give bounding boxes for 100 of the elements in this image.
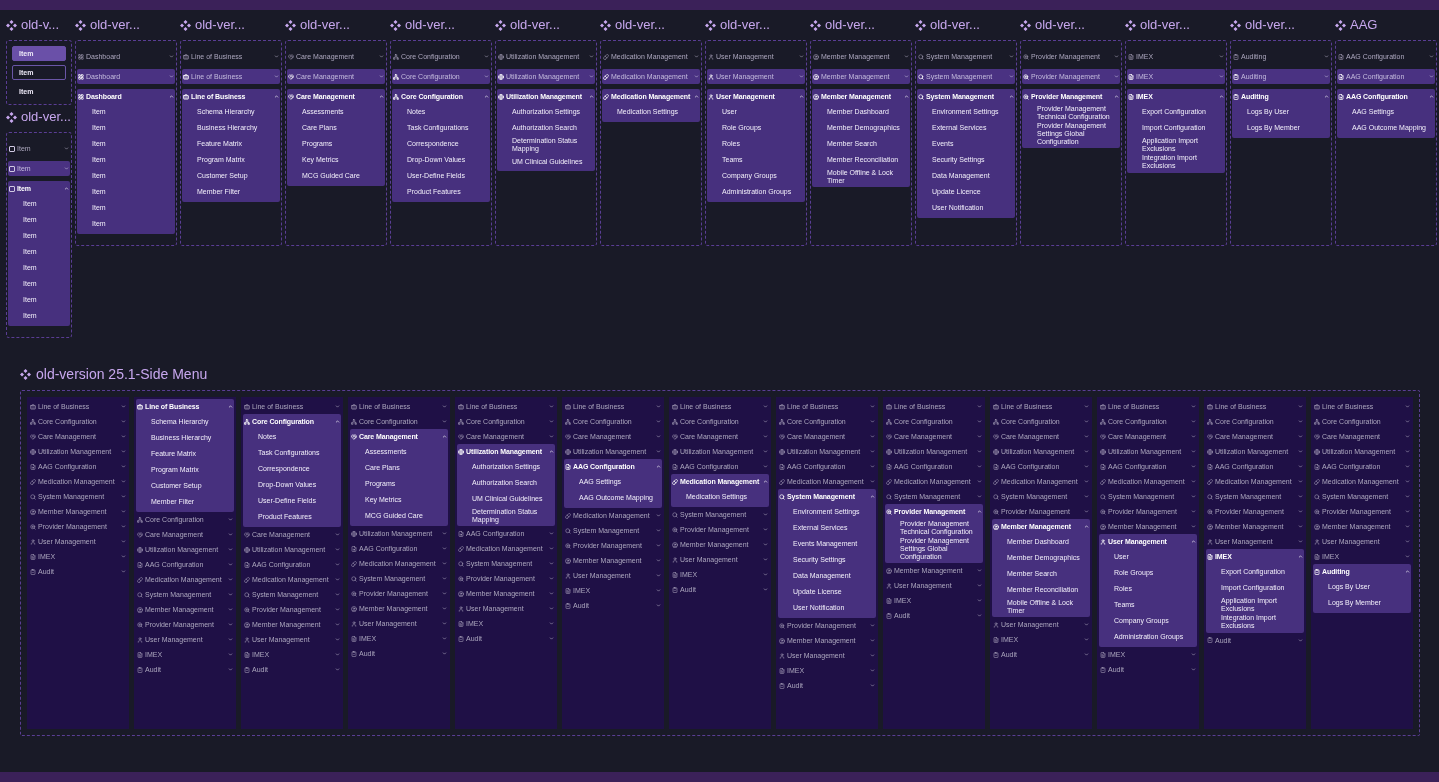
diamonds-icon: [495, 19, 506, 31]
document-icon: [672, 571, 678, 578]
heart-hands-icon: [244, 531, 250, 538]
user-icon: [708, 93, 714, 100]
heart-hands-icon: [886, 433, 892, 440]
chevron-down-icon: [549, 561, 554, 567]
chevron-down-icon: [1298, 637, 1303, 643]
chevron-down-icon: [379, 74, 384, 79]
chevron-down-icon: [335, 404, 340, 409]
chevron-up-icon: [274, 94, 279, 99]
checkbox[interactable]: [9, 145, 15, 152]
grid-icon: [78, 53, 84, 60]
clipboard-check-icon: [1233, 73, 1239, 80]
chevron-down-icon: [442, 636, 447, 641]
chevron-down-icon: [799, 74, 804, 79]
chevron-down-icon: [228, 652, 233, 657]
chevron-down-icon: [274, 74, 279, 79]
search-icon: [1207, 493, 1213, 500]
chevron-down-icon: [1429, 74, 1434, 79]
user-circle-icon: [1314, 523, 1320, 530]
zoom-in-icon: [1100, 508, 1106, 515]
chevron-up-icon: [799, 94, 804, 99]
clipboard-check-icon: [993, 651, 999, 658]
chevron-down-icon: [228, 532, 233, 537]
chevron-down-icon: [1191, 479, 1196, 484]
chevron-down-icon: [904, 74, 909, 79]
zoom-in-icon: [1023, 93, 1029, 100]
pill-icon: [779, 478, 785, 485]
user-icon: [886, 582, 892, 589]
user-icon: [351, 620, 357, 627]
chevron-down-icon: [1191, 494, 1196, 499]
user-icon: [458, 605, 464, 612]
checkbox[interactable]: [9, 185, 15, 192]
network-icon: [779, 418, 785, 425]
zoom-in-icon: [993, 508, 999, 515]
chevron-down-icon: [1298, 419, 1303, 424]
chevron-up-icon: [1009, 94, 1014, 99]
chevron-down-icon: [1191, 509, 1196, 514]
heart-hands-icon: [779, 433, 785, 440]
checkbox[interactable]: [9, 165, 15, 172]
chevron-down-icon: [121, 554, 126, 559]
chevron-down-icon: [121, 419, 126, 424]
chevron-up-icon: [379, 94, 384, 99]
briefcase-icon: [1314, 403, 1320, 410]
diamonds-icon: [810, 19, 821, 31]
search-icon: [779, 493, 785, 500]
set-title: old-ver...: [510, 17, 560, 33]
zoom-in-icon: [137, 621, 143, 628]
chevron-down-icon: [442, 606, 447, 611]
chevron-down-icon: [549, 434, 554, 439]
document-icon: [137, 651, 143, 658]
chevron-down-icon: [763, 449, 768, 454]
globe-icon: [244, 546, 250, 553]
chevron-down-icon: [1298, 494, 1303, 499]
chevron-down-icon: [1405, 434, 1410, 439]
chevron-down-icon: [335, 592, 340, 597]
chevron-down-icon: [121, 509, 126, 514]
chevron-up-icon: [1405, 569, 1410, 574]
user-circle-icon: [813, 53, 819, 60]
globe-icon: [498, 93, 504, 100]
search-icon: [351, 575, 357, 582]
chevron-down-icon: [228, 637, 233, 642]
globe-icon: [779, 448, 785, 455]
zoom-in-icon: [351, 590, 357, 597]
file-search-icon: [886, 463, 892, 470]
file-search-icon: [137, 561, 143, 568]
network-icon: [1100, 418, 1106, 425]
file-search-icon: [1314, 463, 1320, 470]
file-search-icon: [351, 545, 357, 552]
chevron-down-icon: [335, 652, 340, 657]
pill-icon: [244, 576, 250, 583]
clipboard-check-icon: [458, 635, 464, 642]
user-circle-icon: [993, 523, 999, 530]
chevron-down-icon: [977, 613, 982, 619]
chevron-down-icon: [977, 494, 982, 499]
chevron-down-icon: [1084, 419, 1089, 424]
chevron-down-icon: [977, 404, 982, 409]
briefcase-icon: [1100, 403, 1106, 410]
zoom-in-icon: [779, 622, 785, 629]
chevron-down-icon: [870, 404, 875, 409]
heart-hands-icon: [458, 433, 464, 440]
chevron-down-icon: [549, 591, 554, 597]
document-icon: [1100, 651, 1106, 658]
globe-icon: [351, 530, 357, 537]
zoom-in-icon: [1207, 508, 1213, 515]
briefcase-icon: [565, 403, 571, 410]
chevron-down-icon: [169, 54, 174, 59]
user-icon: [1314, 538, 1320, 545]
chevron-down-icon: [484, 74, 489, 79]
chevron-down-icon: [763, 404, 768, 409]
chevron-up-icon: [1084, 524, 1089, 529]
chevron-down-icon: [1298, 524, 1303, 529]
heart-hands-icon: [993, 433, 999, 440]
user-circle-icon: [886, 567, 892, 574]
set-title: old-ver...: [1035, 17, 1085, 33]
search-icon: [244, 591, 250, 598]
chevron-down-icon: [228, 577, 233, 582]
chevron-down-icon: [335, 547, 340, 552]
document-icon: [886, 597, 892, 604]
user-circle-icon: [672, 541, 678, 548]
